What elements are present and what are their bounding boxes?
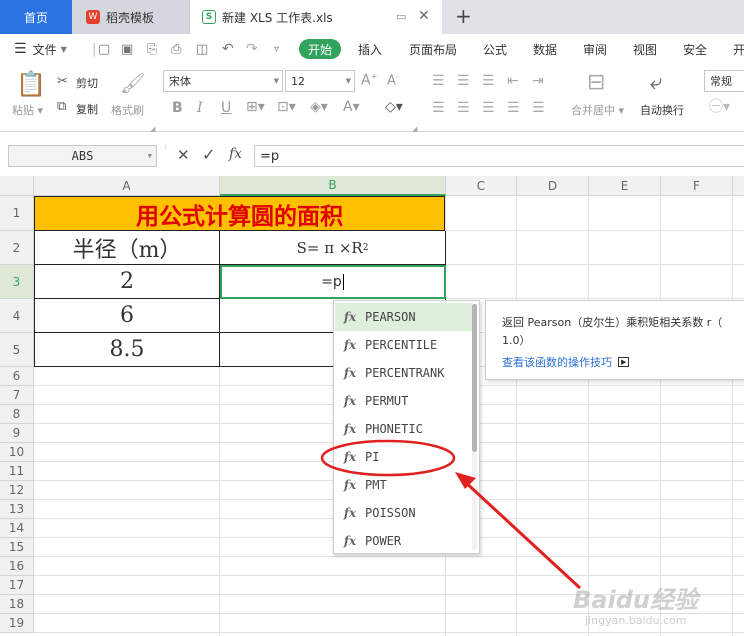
annotation-circle [320,439,456,477]
annotation-arrow [461,478,582,590]
watermark-url: jingyan.baidu.com [585,614,687,627]
annotation-overlay [320,439,582,590]
watermark-brand: Baidu经验 [573,586,698,614]
annotation-arrowhead [455,472,476,489]
